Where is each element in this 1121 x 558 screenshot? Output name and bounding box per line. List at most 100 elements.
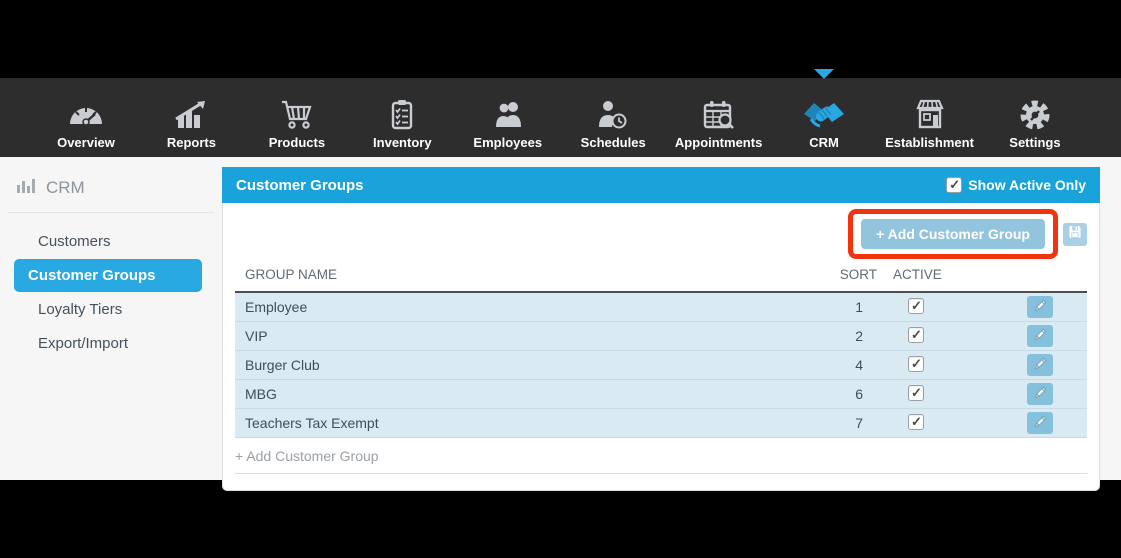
table-row: Employee 1	[235, 293, 1087, 322]
nav-item-inventory[interactable]: Inventory	[354, 78, 450, 157]
add-customer-group-button[interactable]: + Add Customer Group	[861, 219, 1045, 249]
nav-label: Schedules	[580, 135, 646, 150]
column-header-sort: SORT	[839, 267, 877, 282]
table-header-row: GROUP NAME SORT ACTIVE	[235, 261, 1087, 293]
pencil-icon	[1032, 385, 1048, 404]
sidebar-title: CRM	[46, 177, 85, 197]
content-area: CRM Customers Customer Groups Loyalty Ti…	[0, 157, 1121, 491]
bar-chart-icon	[17, 177, 37, 198]
group-name-cell: MBG	[245, 386, 277, 402]
nav-item-schedules[interactable]: Schedules	[565, 78, 661, 157]
nav-item-products[interactable]: Products	[249, 78, 345, 157]
edit-button[interactable]	[1027, 412, 1053, 434]
floppy-disk-icon	[1067, 224, 1083, 245]
table-row: Burger Club 4	[235, 351, 1087, 380]
person-clock-icon	[591, 91, 635, 133]
active-tab-indicator	[814, 69, 835, 79]
storefront-icon	[908, 91, 952, 133]
sort-cell: 6	[855, 386, 863, 402]
active-checkbox[interactable]	[908, 326, 924, 343]
nav-label: Products	[268, 135, 326, 150]
gauge-icon	[64, 91, 108, 133]
crm-sidebar: CRM Customers Customer Groups Loyalty Ti…	[0, 157, 222, 480]
table-row: MBG 6	[235, 380, 1087, 409]
edit-button[interactable]	[1027, 354, 1053, 376]
nav-item-employees[interactable]: Employees	[460, 78, 556, 157]
table-row: VIP 2	[235, 322, 1087, 351]
sort-cell: 7	[855, 415, 863, 431]
active-checkbox[interactable]	[908, 297, 924, 314]
group-name-cell: Teachers Tax Exempt	[245, 415, 379, 431]
group-name-cell: VIP	[245, 328, 268, 344]
sidebar-item-customer-groups[interactable]: Customer Groups	[14, 259, 202, 292]
active-cell	[877, 413, 1027, 433]
handshake-icon	[801, 91, 847, 133]
annotation-highlight-box: + Add Customer Group	[848, 209, 1058, 259]
clipboard-icon	[380, 91, 424, 133]
nav-item-settings[interactable]: Settings	[987, 78, 1083, 157]
main-area: Customer Groups Show Active Only + Add C…	[222, 157, 1121, 491]
nav-label: Inventory	[373, 135, 432, 150]
sort-cell: 4	[855, 357, 863, 373]
nav-item-overview[interactable]: Overview	[38, 78, 134, 157]
nav-label: Establishment	[885, 135, 974, 150]
edit-cell	[1027, 325, 1087, 347]
active-cell	[877, 355, 1027, 375]
nav-item-establishment[interactable]: Establishment	[882, 78, 978, 157]
edit-button[interactable]	[1027, 325, 1053, 347]
edit-cell	[1027, 296, 1087, 318]
nav-label: Appointments	[674, 135, 763, 150]
active-cell	[877, 326, 1027, 346]
panel-title: Customer Groups	[236, 176, 364, 194]
pencil-icon	[1032, 298, 1048, 317]
sidebar-header: CRM	[0, 173, 222, 212]
edit-button[interactable]	[1027, 383, 1053, 405]
main-navbar: Overview Reports Products Inventory Empl…	[0, 69, 1121, 157]
sidebar-item-customers[interactable]: Customers	[14, 225, 202, 258]
save-button[interactable]	[1063, 222, 1087, 246]
panel-header: Customer Groups Show Active Only	[222, 167, 1100, 203]
nav-item-crm[interactable]: CRM	[776, 69, 872, 157]
active-cell	[877, 384, 1027, 404]
shopping-cart-icon	[275, 91, 319, 133]
edit-cell	[1027, 383, 1087, 405]
show-active-only-label: Show Active Only	[968, 177, 1086, 193]
people-icon	[486, 91, 530, 133]
chart-arrow-icon	[169, 91, 213, 133]
panel-body: + Add Customer Group GROUP NAME SORT ACT…	[222, 203, 1100, 491]
nav-label: Overview	[57, 135, 115, 150]
sort-cell: 1	[855, 299, 863, 315]
nav-label: Employees	[473, 135, 543, 150]
column-header-active: ACTIVE	[893, 267, 942, 282]
show-active-only-checkbox[interactable]	[946, 177, 963, 193]
sidebar-item-export-import[interactable]: Export/Import	[14, 327, 202, 360]
edit-button[interactable]	[1027, 296, 1053, 318]
show-active-only-toggle[interactable]: Show Active Only	[946, 177, 1086, 193]
gear-wrench-icon	[1013, 91, 1057, 133]
nav-item-reports[interactable]: Reports	[143, 78, 239, 157]
add-customer-group-link[interactable]: + Add Customer Group	[235, 438, 1087, 474]
active-checkbox[interactable]	[908, 413, 924, 430]
group-name-cell: Employee	[245, 299, 308, 315]
pencil-icon	[1032, 414, 1048, 433]
nav-label: Reports	[166, 135, 216, 150]
bottom-black-band	[0, 480, 1121, 558]
calendar-search-icon	[697, 91, 741, 133]
sidebar-item-loyalty-tiers[interactable]: Loyalty Tiers	[14, 293, 202, 326]
edit-cell	[1027, 354, 1087, 376]
nav-item-appointments[interactable]: Appointments	[671, 78, 767, 157]
pencil-icon	[1032, 327, 1048, 346]
column-header-group-name: GROUP NAME	[245, 267, 338, 282]
sort-cell: 2	[855, 328, 863, 344]
top-black-band	[0, 0, 1121, 78]
app-window: Overview Reports Products Inventory Empl…	[0, 0, 1121, 558]
table-row: Teachers Tax Exempt 7	[235, 409, 1087, 438]
edit-cell	[1027, 412, 1087, 434]
group-name-cell: Burger Club	[245, 357, 320, 373]
active-checkbox[interactable]	[908, 384, 924, 401]
customer-groups-table: GROUP NAME SORT ACTIVE Employee 1 VIP 2	[235, 261, 1087, 474]
toolbar: + Add Customer Group	[235, 209, 1087, 259]
active-checkbox[interactable]	[908, 355, 924, 372]
nav-label: CRM	[809, 135, 839, 150]
pencil-icon	[1032, 356, 1048, 375]
